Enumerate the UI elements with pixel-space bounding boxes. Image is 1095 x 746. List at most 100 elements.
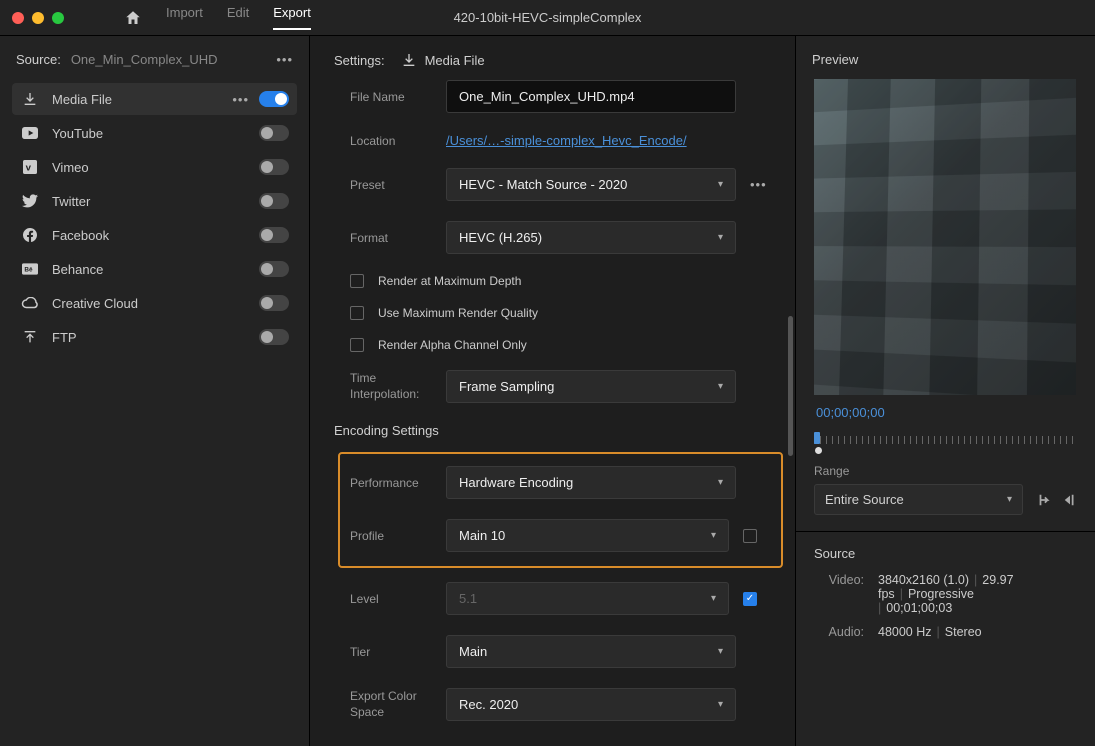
use-max-quality-checkbox[interactable] bbox=[350, 306, 364, 320]
destination-creative-cloud[interactable]: Creative Cloud bbox=[12, 287, 297, 319]
destination-more-button[interactable]: ••• bbox=[232, 92, 249, 107]
destination-ftp[interactable]: FTP bbox=[12, 321, 297, 353]
preview-panel: Preview 00;00;00;00 Range Entire Source … bbox=[795, 36, 1095, 746]
destination-label: Facebook bbox=[52, 228, 259, 243]
chevron-down-icon: ▾ bbox=[718, 699, 723, 710]
highlight-box: Performance Hardware Encoding ▾ Profile … bbox=[338, 452, 783, 568]
destination-label: YouTube bbox=[52, 126, 259, 141]
vimeo-icon: v bbox=[20, 160, 40, 174]
destination-media-file[interactable]: Media File ••• bbox=[12, 83, 297, 115]
video-meta-value: 3840x2160 (1.0)|29.97 fps|Progressive|00… bbox=[878, 573, 1077, 615]
time-interpolation-select[interactable]: Frame Sampling ▾ bbox=[446, 370, 736, 403]
top-bar: Import Edit Export 420-10bit-HEVC-simple… bbox=[0, 0, 1095, 36]
range-value: Entire Source bbox=[825, 492, 904, 507]
destination-toggle[interactable] bbox=[259, 329, 289, 345]
home-button[interactable] bbox=[124, 9, 142, 27]
destination-youtube[interactable]: YouTube bbox=[12, 117, 297, 149]
download-icon bbox=[401, 52, 417, 68]
performance-select[interactable]: Hardware Encoding ▾ bbox=[446, 466, 736, 499]
mark-in-button[interactable] bbox=[1037, 493, 1051, 507]
close-window-button[interactable] bbox=[12, 12, 24, 24]
performance-label: Performance bbox=[350, 476, 446, 490]
download-icon bbox=[20, 91, 40, 107]
file-name-label: File Name bbox=[350, 90, 446, 104]
profile-label: Profile bbox=[350, 529, 446, 543]
chevron-down-icon: ▾ bbox=[1007, 494, 1012, 505]
destination-label: FTP bbox=[52, 330, 259, 345]
source-row: Source: One_Min_Complex_UHD ••• bbox=[0, 36, 309, 79]
mark-out-button[interactable] bbox=[1063, 493, 1077, 507]
range-label: Range bbox=[814, 464, 1077, 478]
use-max-quality-label: Use Maximum Render Quality bbox=[378, 306, 538, 320]
file-name-input[interactable] bbox=[446, 80, 736, 113]
color-space-label: Export Color Space bbox=[350, 689, 446, 720]
source-name: One_Min_Complex_UHD bbox=[71, 52, 277, 67]
scrollbar[interactable] bbox=[788, 316, 793, 456]
destination-toggle[interactable] bbox=[259, 91, 289, 107]
audio-meta-label: Audio: bbox=[814, 625, 864, 639]
render-alpha-label: Render Alpha Channel Only bbox=[378, 338, 527, 352]
preset-value: HEVC - Match Source - 2020 bbox=[459, 177, 627, 192]
destination-twitter[interactable]: Twitter bbox=[12, 185, 297, 217]
maximize-window-button[interactable] bbox=[52, 12, 64, 24]
destination-toggle[interactable] bbox=[259, 261, 289, 277]
chevron-down-icon: ▾ bbox=[711, 530, 716, 541]
settings-panel: Settings: Media File File Name Location … bbox=[310, 36, 795, 746]
chevron-down-icon: ▾ bbox=[718, 477, 723, 488]
minimize-window-button[interactable] bbox=[32, 12, 44, 24]
behance-icon: Bē bbox=[20, 263, 40, 275]
source-info: Source Video: 3840x2160 (1.0)|29.97 fps|… bbox=[796, 532, 1095, 663]
destination-facebook[interactable]: Facebook bbox=[12, 219, 297, 251]
tab-import[interactable]: Import bbox=[166, 5, 203, 30]
source-more-button[interactable]: ••• bbox=[276, 52, 293, 67]
destination-behance[interactable]: Bē Behance bbox=[12, 253, 297, 285]
profile-value: Main 10 bbox=[459, 528, 505, 543]
timeline-marker bbox=[815, 447, 822, 454]
tier-value: Main bbox=[459, 644, 487, 659]
level-value: 5.1 bbox=[459, 591, 477, 606]
home-icon bbox=[124, 9, 142, 27]
preset-more-button[interactable]: ••• bbox=[750, 177, 767, 192]
range-select[interactable]: Entire Source ▾ bbox=[814, 484, 1023, 515]
destination-toggle[interactable] bbox=[259, 159, 289, 175]
source-label: Source: bbox=[16, 52, 61, 67]
level-select: 5.1 ▾ bbox=[446, 582, 729, 615]
preset-select[interactable]: HEVC - Match Source - 2020 ▾ bbox=[446, 168, 736, 201]
level-lock-checkbox[interactable] bbox=[743, 592, 757, 606]
tab-edit[interactable]: Edit bbox=[227, 5, 249, 30]
destination-label: Media File bbox=[52, 92, 232, 107]
settings-label: Settings: bbox=[334, 53, 385, 68]
performance-value: Hardware Encoding bbox=[459, 475, 573, 490]
settings-destination-chip: Media File bbox=[401, 52, 485, 68]
window-title: 420-10bit-HEVC-simpleComplex bbox=[454, 10, 642, 25]
destination-toggle[interactable] bbox=[259, 193, 289, 209]
preset-label: Preset bbox=[350, 178, 446, 192]
chevron-down-icon: ▾ bbox=[718, 179, 723, 190]
tab-export[interactable]: Export bbox=[273, 5, 311, 30]
twitter-icon bbox=[20, 194, 40, 208]
time-interpolation-label: Time Interpolation: bbox=[350, 371, 446, 402]
render-alpha-checkbox[interactable] bbox=[350, 338, 364, 352]
tier-select[interactable]: Main ▾ bbox=[446, 635, 736, 668]
destination-label: Vimeo bbox=[52, 160, 259, 175]
render-max-depth-checkbox[interactable] bbox=[350, 274, 364, 288]
sidebar: Source: One_Min_Complex_UHD ••• Media Fi… bbox=[0, 36, 310, 746]
destination-toggle[interactable] bbox=[259, 295, 289, 311]
preview-timeline[interactable] bbox=[814, 432, 1077, 450]
destination-vimeo[interactable]: v Vimeo bbox=[12, 151, 297, 183]
top-tabs: Import Edit Export bbox=[166, 5, 311, 30]
color-space-value: Rec. 2020 bbox=[459, 697, 518, 712]
video-meta-label: Video: bbox=[814, 573, 864, 615]
profile-lock-checkbox[interactable] bbox=[743, 529, 757, 543]
location-link[interactable]: /Users/…-simple-complex_Hevc_Encode/ bbox=[446, 133, 687, 148]
audio-meta-value: 48000 Hz|Stereo bbox=[878, 625, 1077, 639]
playhead[interactable] bbox=[814, 432, 820, 444]
color-space-select[interactable]: Rec. 2020 ▾ bbox=[446, 688, 736, 721]
window-controls bbox=[12, 12, 64, 24]
destination-toggle[interactable] bbox=[259, 227, 289, 243]
chevron-down-icon: ▾ bbox=[718, 232, 723, 243]
profile-select[interactable]: Main 10 ▾ bbox=[446, 519, 729, 552]
format-select[interactable]: HEVC (H.265) ▾ bbox=[446, 221, 736, 254]
level-label: Level bbox=[350, 592, 446, 606]
destination-toggle[interactable] bbox=[259, 125, 289, 141]
